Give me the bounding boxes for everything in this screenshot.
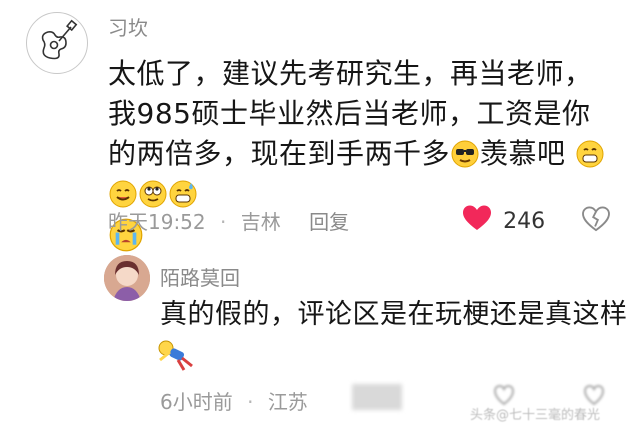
heart-icon (463, 205, 491, 230)
reply-meta: 6小时前 · 江苏 (160, 386, 316, 415)
meta-separator: · (220, 210, 227, 234)
watermark: 头条@七十三毫的春光 (470, 408, 601, 423)
guitar-icon (41, 19, 78, 60)
meta-separator: · (247, 390, 254, 414)
comment-username[interactable]: 习坎 (108, 12, 148, 41)
smile-emoji (109, 180, 137, 208)
comment-text-after: 羡慕吧 (480, 137, 566, 170)
dislike-button[interactable] (582, 206, 610, 236)
reply-text: 真的假的，评论区是在玩梗还是真这样 (160, 299, 628, 330)
grin-emoji (576, 140, 604, 168)
cool-face-emoji (451, 140, 479, 168)
comment-time: 昨天19:52 (108, 210, 206, 234)
like-count: 246 (503, 209, 546, 234)
comment-meta: 昨天19:52 · 吉林 回复 (108, 206, 357, 235)
rolling-eyes-emoji (139, 180, 167, 208)
avatar-main[interactable] (26, 12, 88, 74)
reply-time: 6小时前 (160, 390, 233, 414)
broken-heart-icon (582, 206, 610, 232)
reply-username[interactable]: 陌路莫回 (160, 262, 240, 291)
like-button[interactable]: 246 (462, 204, 545, 236)
sweat-grin-emoji (169, 180, 197, 208)
avatar-reply[interactable] (104, 255, 150, 301)
comment-location: 吉林 (240, 210, 281, 234)
reply-button[interactable]: 回复 (309, 210, 349, 234)
reply-location: 江苏 (267, 390, 308, 414)
girl-avatar-icon (104, 255, 150, 301)
falling-figure-sticker (156, 338, 196, 376)
reply-action-obscured[interactable] (352, 384, 402, 410)
